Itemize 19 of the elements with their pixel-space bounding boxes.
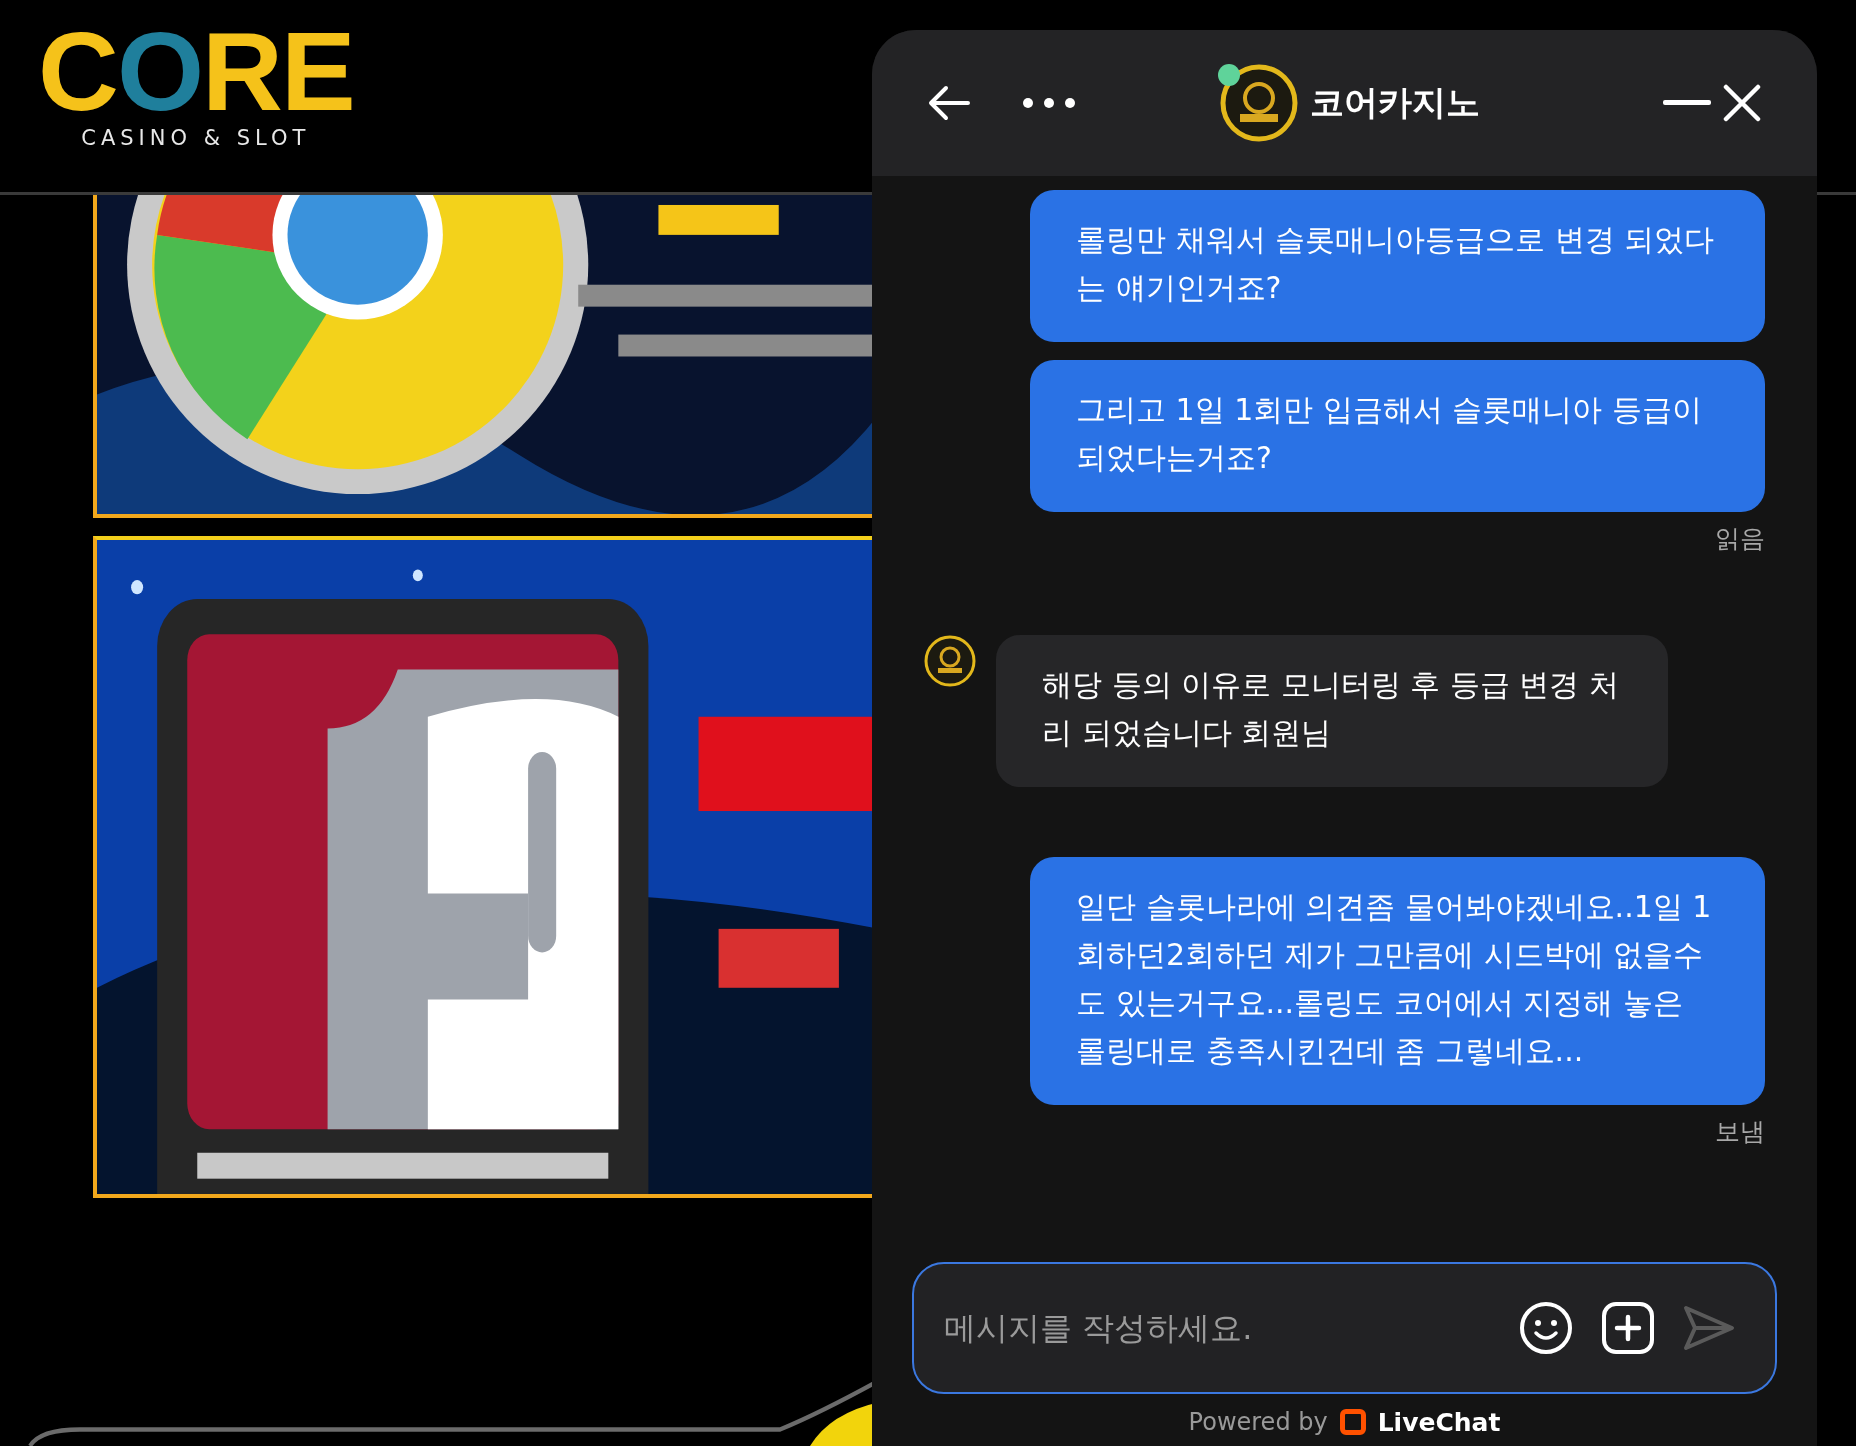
- powered-by-text: Powered by: [1188, 1408, 1328, 1436]
- add-icon[interactable]: [1601, 1301, 1655, 1355]
- minimize-icon: [1663, 99, 1711, 107]
- emoji-icon[interactable]: [1519, 1301, 1573, 1355]
- message-bubble: 그리고 1일 1회만 입금해서 슬롯매니아 등급이 되었다는거죠?: [1030, 360, 1765, 512]
- close-icon: [1723, 84, 1761, 122]
- chat-title: 코어카지노: [1309, 81, 1480, 124]
- message-bubble: 롤링만 채워서 슬롯매니아등급으로 변경 되었다는 얘기인거죠?: [1030, 190, 1765, 342]
- message-status: 보냄: [1715, 1116, 1765, 1148]
- avatar: [924, 635, 976, 687]
- brand-link[interactable]: LiveChat: [1377, 1407, 1501, 1437]
- more-icon: [1022, 97, 1076, 109]
- logo-tagline: CASINO & SLOT: [81, 126, 311, 150]
- logo-wordmark: CORE: [38, 22, 354, 122]
- message-input[interactable]: 메시지를 작성하세요.: [942, 1308, 1491, 1348]
- message-status: 읽음: [1715, 523, 1765, 555]
- message-bubble: 일단 슬롯나라에 의견좀 물어봐야겠네요..1일 1회하던2회하던 제가 그만큼에 시드박에 없을수도 있는거구요...롤링도 코어에서 지정해 놓은 롤링대로 충족시킨건데 좀 그렇네요...: [1030, 857, 1765, 1105]
- back-arrow-icon: [928, 85, 970, 121]
- message-bubble: 해당 등의 이유로 모니터링 후 등급 변경 처리 되었습니다 회원님: [996, 635, 1668, 787]
